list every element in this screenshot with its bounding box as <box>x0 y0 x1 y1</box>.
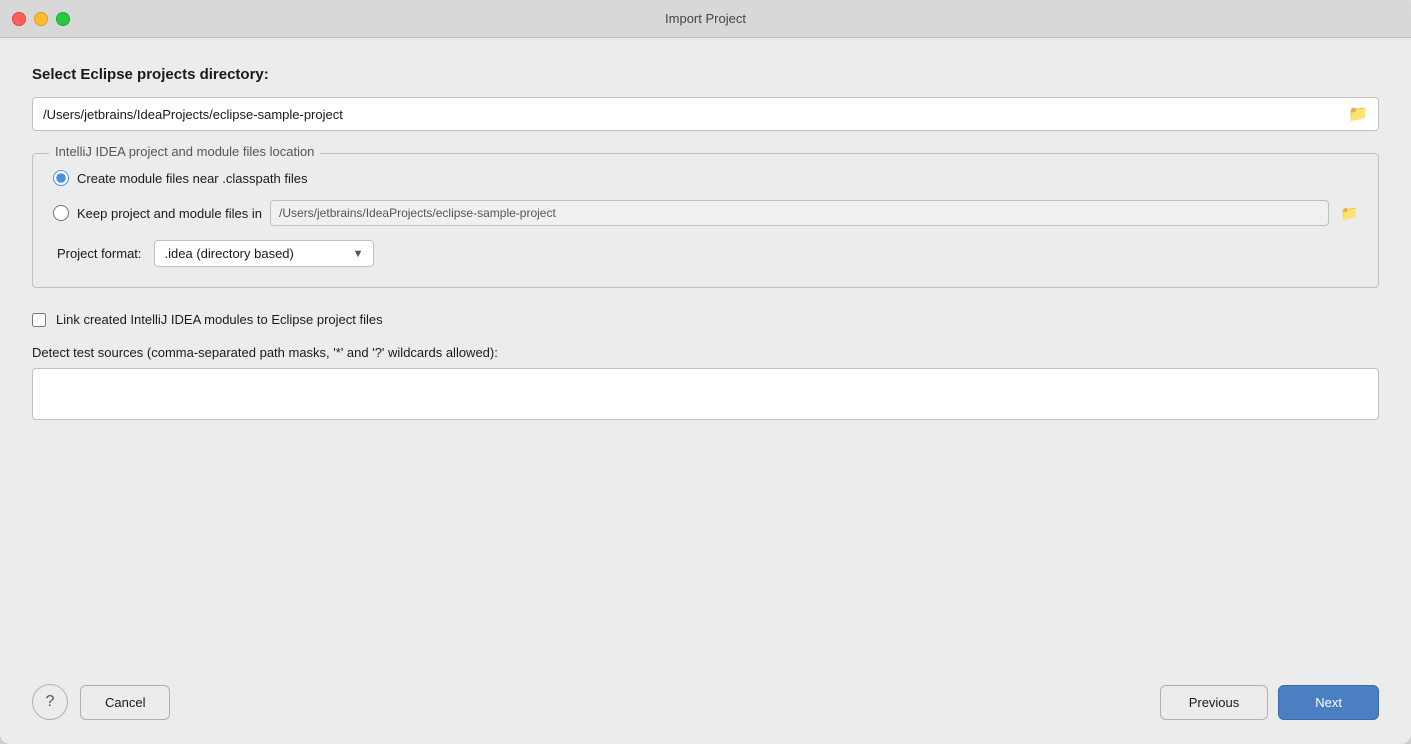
keep-in-path-input <box>270 200 1329 226</box>
link-checkbox-row: Link created IntelliJ IDEA modules to Ec… <box>32 312 1379 327</box>
module-location-group: IntelliJ IDEA project and module files l… <box>32 153 1379 288</box>
directory-section-title: Select Eclipse projects directory: <box>32 66 1379 83</box>
footer-right: Previous Next <box>1160 685 1379 720</box>
module-location-legend: IntelliJ IDEA project and module files l… <box>49 144 320 159</box>
radio-classpath-row: Create module files near .classpath file… <box>53 170 1358 186</box>
radio-classpath-label: Create module files near .classpath file… <box>77 171 308 186</box>
previous-button[interactable]: Previous <box>1160 685 1269 720</box>
help-icon: ? <box>46 693 55 711</box>
footer: ? Cancel Previous Next <box>0 668 1411 744</box>
window-title: Import Project <box>665 11 746 26</box>
project-format-select-wrapper: .idea (directory based) .ipr (file based… <box>154 240 374 267</box>
cancel-button[interactable]: Cancel <box>80 685 170 720</box>
title-bar: Import Project <box>0 0 1411 38</box>
import-project-window: Import Project Select Eclipse projects d… <box>0 0 1411 744</box>
close-button[interactable] <box>12 12 26 26</box>
directory-path-input[interactable] <box>43 107 1340 122</box>
radio-keepin-input[interactable] <box>53 205 69 221</box>
project-format-select[interactable]: .idea (directory based) .ipr (file based… <box>154 240 374 267</box>
minimize-button[interactable] <box>34 12 48 26</box>
radio-keepin-row: Keep project and module files in 📁 <box>53 200 1358 226</box>
maximize-button[interactable] <box>56 12 70 26</box>
window-controls <box>12 12 70 26</box>
project-format-row: Project format: .idea (directory based) … <box>53 240 1358 267</box>
radio-keepin-label: Keep project and module files in <box>77 206 262 221</box>
footer-left: ? Cancel <box>32 684 170 720</box>
link-checkbox-label: Link created IntelliJ IDEA modules to Ec… <box>56 312 383 327</box>
link-checkbox-input[interactable] <box>32 313 46 327</box>
browse-keepin-icon[interactable]: 📁 <box>1341 205 1358 222</box>
directory-path-row: 📁 <box>32 97 1379 131</box>
detect-sources-input[interactable] <box>32 368 1379 420</box>
project-format-label: Project format: <box>57 246 142 261</box>
main-content: Select Eclipse projects directory: 📁 Int… <box>0 38 1411 668</box>
next-button[interactable]: Next <box>1278 685 1379 720</box>
detect-sources-label: Detect test sources (comma-separated pat… <box>32 345 1379 360</box>
browse-directory-icon[interactable]: 📁 <box>1348 104 1368 124</box>
radio-classpath-input[interactable] <box>53 170 69 186</box>
help-button[interactable]: ? <box>32 684 68 720</box>
